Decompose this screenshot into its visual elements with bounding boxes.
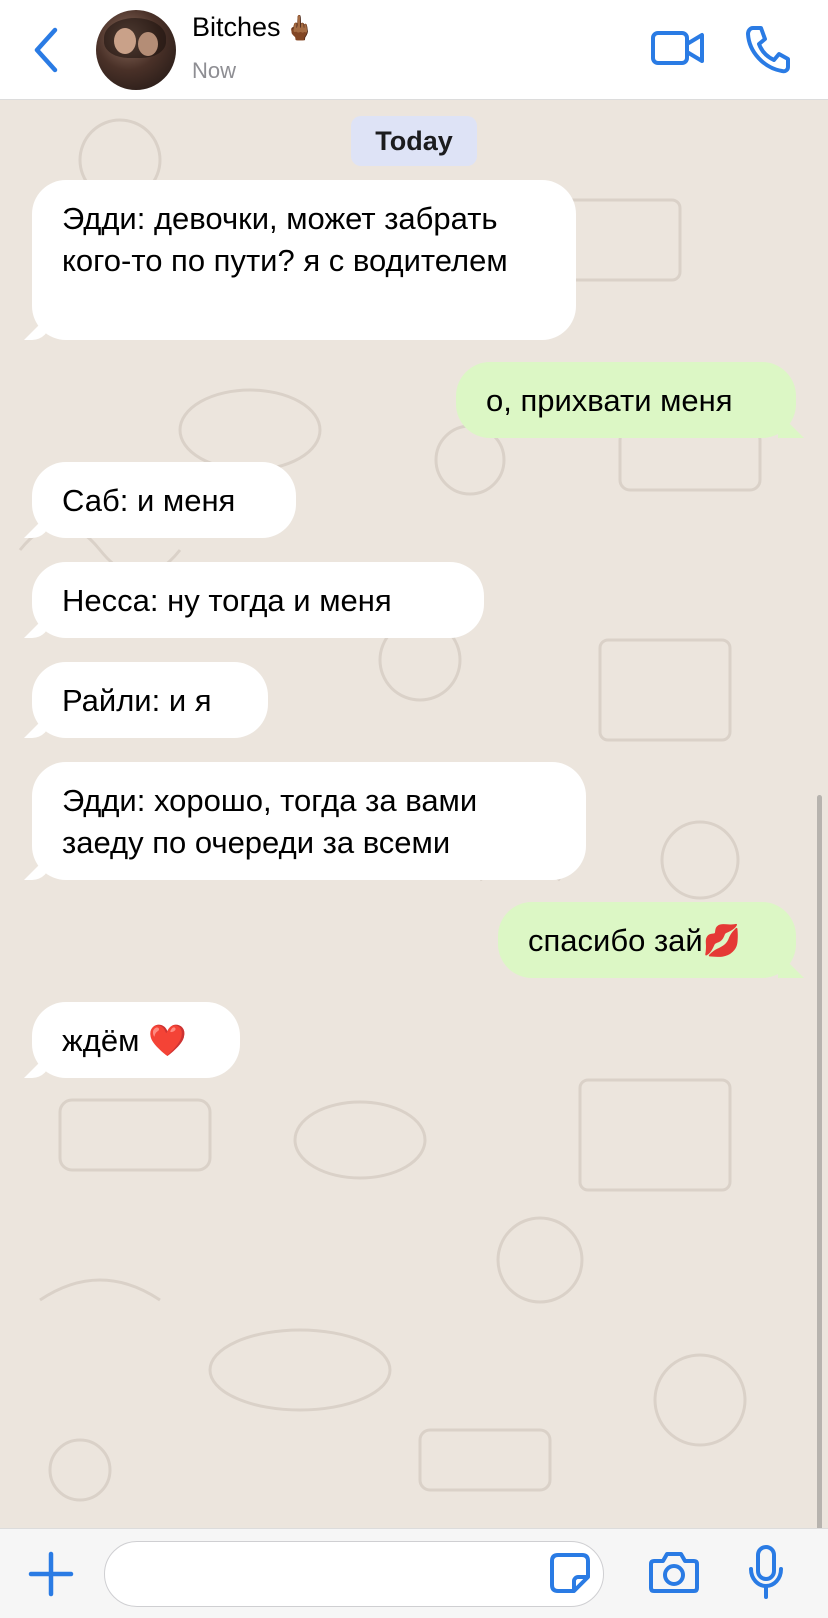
message-text: спасибо зай💋 bbox=[528, 923, 742, 958]
message-bubble-incoming[interactable]: Саб: и меня bbox=[32, 462, 296, 538]
group-avatar[interactable] bbox=[96, 10, 176, 90]
video-call-button[interactable] bbox=[650, 26, 706, 72]
chat-status: Now bbox=[192, 58, 237, 83]
chat-area[interactable]: Today Эдди: девочки, может забрать кого-… bbox=[0, 100, 828, 1528]
sticker-button[interactable] bbox=[548, 1551, 592, 1595]
message-bubble-incoming[interactable]: ждём ❤️ bbox=[32, 1002, 240, 1078]
date-separator: Today bbox=[351, 116, 477, 166]
voice-call-button[interactable] bbox=[744, 24, 790, 74]
message-text: Саб: и меня bbox=[62, 483, 236, 518]
microphone-icon bbox=[749, 1545, 783, 1599]
chat-title[interactable]: Bitches 🖕🏾 bbox=[192, 12, 314, 43]
message-text: о, прихвати меня bbox=[486, 383, 733, 418]
message-bubble-outgoing[interactable]: о, прихвати меня bbox=[456, 362, 796, 438]
message-text: Эдди: девочки, может забрать кого-то по … bbox=[62, 201, 508, 278]
phone-icon bbox=[746, 26, 790, 74]
back-chevron-icon bbox=[34, 27, 58, 73]
chat-header: Bitches 🖕🏾 Now bbox=[0, 0, 828, 100]
attach-button[interactable] bbox=[26, 1549, 76, 1599]
chat-scrollbar[interactable] bbox=[817, 795, 822, 1528]
camera-button[interactable] bbox=[648, 1549, 700, 1595]
message-bubble-incoming[interactable]: Несса: ну тогда и меня bbox=[32, 562, 484, 638]
message-text: Райли: и я bbox=[62, 683, 212, 718]
message-bubble-incoming[interactable]: Эдди: девочки, может забрать кого-то по … bbox=[32, 180, 576, 340]
voice-message-button[interactable] bbox=[746, 1543, 786, 1603]
sticker-icon bbox=[550, 1553, 590, 1593]
message-input[interactable] bbox=[104, 1541, 604, 1607]
camera-icon bbox=[649, 1552, 699, 1593]
back-button[interactable] bbox=[26, 20, 66, 80]
input-bar bbox=[0, 1528, 828, 1618]
plus-icon bbox=[28, 1551, 74, 1597]
video-camera-icon bbox=[651, 31, 704, 65]
message-bubble-incoming[interactable]: Эдди: хорошо, тогда за вами заеду по оче… bbox=[32, 762, 586, 880]
chat-title-emoji: 🖕🏾 bbox=[284, 15, 315, 42]
message-text: ждём ❤️ bbox=[62, 1023, 187, 1058]
message-bubble-incoming[interactable]: Райли: и я bbox=[32, 662, 268, 738]
message-text: Несса: ну тогда и меня bbox=[62, 583, 392, 618]
message-text: Эдди: хорошо, тогда за вами заеду по оче… bbox=[62, 783, 478, 860]
message-bubble-outgoing[interactable]: спасибо зай💋 bbox=[498, 902, 796, 978]
chat-title-text: Bitches bbox=[192, 12, 281, 42]
